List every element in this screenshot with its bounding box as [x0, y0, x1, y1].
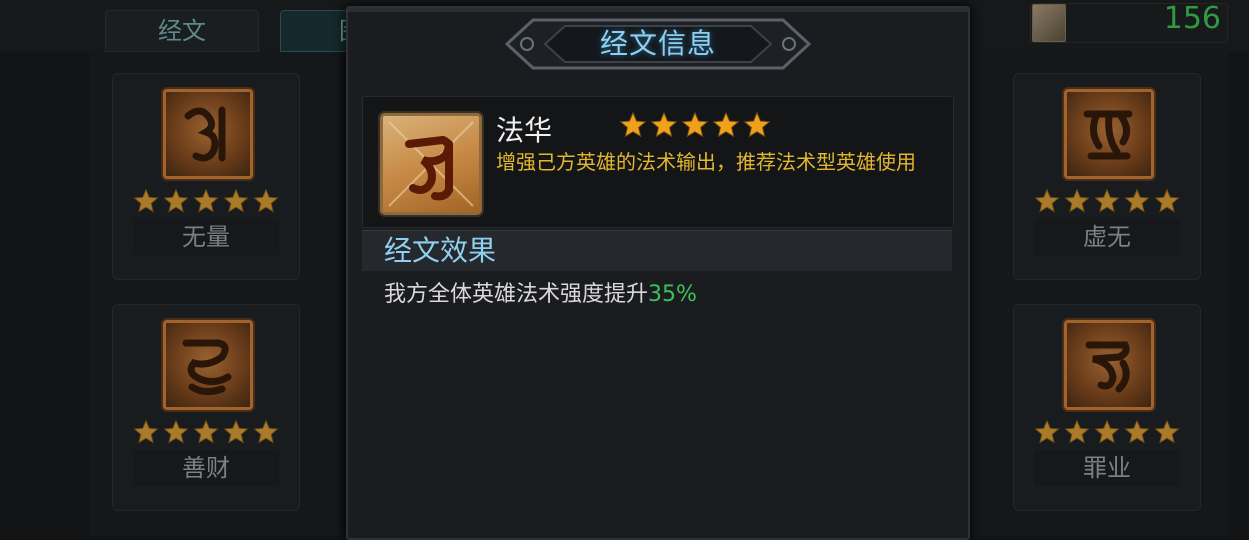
- star-icon: [1034, 419, 1060, 444]
- star-icon: [650, 111, 678, 138]
- effect-header: 经文效果: [362, 230, 952, 271]
- star-icon: [619, 111, 647, 138]
- effect-description: 我方全体英雄法术强度提升: [384, 282, 649, 307]
- effect-text: 我方全体英雄法术强度提升35%: [384, 276, 697, 308]
- effect-value: 35%: [648, 282, 697, 307]
- sanskrit-rune-icon: [380, 113, 482, 215]
- tab-scripture[interactable]: 经文: [105, 10, 259, 52]
- star-icon: [163, 188, 189, 213]
- star-icon: [1124, 188, 1150, 213]
- sanskrit-rune-icon: [1064, 89, 1154, 179]
- star-icon: [1124, 419, 1150, 444]
- scripture-card[interactable]: 善财: [112, 304, 300, 511]
- card-stars: [1034, 419, 1180, 445]
- star-icon: [743, 111, 771, 138]
- star-icon: [193, 419, 219, 444]
- scripture-info-box: 法华 增强己方英雄的法术输出，推荐法术型英雄使用: [362, 96, 954, 228]
- star-icon: [133, 419, 159, 444]
- star-icon: [223, 419, 249, 444]
- star-icon: [1034, 188, 1060, 213]
- scripture-card[interactable]: 罪业: [1013, 304, 1201, 511]
- card-name: 无量: [133, 219, 279, 255]
- star-icon: [1064, 419, 1090, 444]
- star-icon: [223, 188, 249, 213]
- card-name: 罪业: [1034, 450, 1180, 486]
- star-icon: [193, 188, 219, 213]
- card-stars: [133, 419, 279, 445]
- card-name: 善财: [133, 450, 279, 486]
- card-name: 虚无: [1034, 219, 1180, 255]
- scroll-icon: [1032, 4, 1066, 42]
- star-icon: [1064, 188, 1090, 213]
- scripture-description: 增强己方英雄的法术输出，推荐法术型英雄使用: [496, 150, 916, 174]
- scripture-info-dialog: 经文信息 法华 增强己方英雄的法术输出，推荐法术型英雄使用 经文效果 我方全体英…: [346, 6, 970, 540]
- star-icon: [1094, 419, 1120, 444]
- star-icon: [163, 419, 189, 444]
- star-icon: [1154, 188, 1180, 213]
- star-icon: [1094, 188, 1120, 213]
- star-icon: [1154, 419, 1180, 444]
- star-icon: [133, 188, 159, 213]
- sanskrit-rune-icon: [163, 320, 253, 410]
- card-stars: [1034, 188, 1180, 214]
- sanskrit-rune-icon: [163, 89, 253, 179]
- scripture-card[interactable]: 无量: [112, 73, 300, 280]
- dialog-top-border: [348, 8, 968, 12]
- title-plate: 经文信息: [503, 16, 813, 72]
- scripture-stars: [619, 111, 771, 139]
- dialog-title: 经文信息: [599, 27, 716, 60]
- star-icon: [253, 188, 279, 213]
- effect-title: 经文效果: [384, 234, 497, 267]
- card-stars: [133, 188, 279, 214]
- star-icon: [253, 419, 279, 444]
- star-icon: [681, 111, 709, 138]
- sanskrit-rune-icon: [1064, 320, 1154, 410]
- star-icon: [712, 111, 740, 138]
- currency-value: 156: [1163, 1, 1221, 36]
- scripture-card[interactable]: 虚无: [1013, 73, 1201, 280]
- scripture-name: 法华: [496, 114, 553, 147]
